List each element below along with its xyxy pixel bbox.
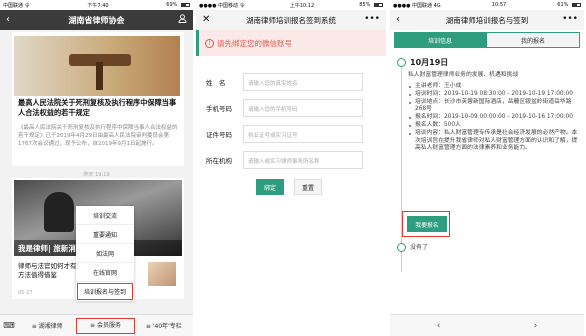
clock-label: 10:57 [491, 2, 507, 8]
menu-item-rufa[interactable]: 如法网 [76, 244, 134, 263]
event-detail-item: 培训地点：长沙市芙蓉新国际酒店，岳麓区银盆岭街道岳华路268号 [408, 99, 580, 114]
more-icon[interactable]: ••• [364, 14, 380, 24]
account-menu-bar: ⌨ ≡ 湖湘律师 ≡ 会员服务 ≡ '40年'专栏 [0, 314, 193, 336]
carrier-label: ●●●● 中国联通 4G [393, 2, 441, 9]
page-title: 湖南律师培训报名签到系统 [246, 15, 336, 25]
clock-label: 下午7:40 [87, 2, 109, 9]
status-bar: ●●●● 中国联通 4G 10:57 61% [390, 0, 584, 10]
news-date-2: 05-27 [18, 290, 33, 296]
wechat-header: ‹ 湖南省律师协会 [0, 10, 193, 30]
back-arrow-icon[interactable]: ‹ [396, 14, 400, 25]
back-arrow-icon[interactable]: ‹ [6, 14, 10, 25]
tab-hunan-lawyers[interactable]: ≡ 湖湘律师 [18, 321, 76, 330]
license-label: 证件号码 [206, 131, 232, 139]
clock-label: 上午10:12 [289, 2, 315, 9]
bind-warning: ! 请先绑定您的微信账号 [196, 30, 386, 56]
tab-my-registrations[interactable]: 我的报名 [486, 32, 580, 48]
keyboard-icon[interactable]: ⌨ [0, 321, 18, 330]
timeline-line [401, 62, 402, 272]
news-image-gavel[interactable] [14, 36, 180, 96]
status-bar: ●●●● 中国移动 令 上午10:12 85% [196, 0, 386, 10]
member-service-menu: 培训交流 重要通知 如法网 在线官网 培训报名与签到 [76, 206, 134, 301]
webview-header: ✕ 湖南律师培训报名签到系统 ••• [196, 10, 386, 30]
firm-input[interactable]: 请输入或实习律师事务所名称 [243, 151, 363, 169]
nav-back-icon[interactable]: ‹ [437, 321, 441, 331]
screen-bind-account: ●●●● 中国移动 令 上午10:12 85% ✕ 湖南律师培训报名签到系统 •… [196, 0, 386, 336]
carrier-label: 中国联通 令 [3, 2, 30, 9]
reset-button[interactable]: 重置 [294, 179, 322, 195]
battery-indicator: 69% [166, 2, 190, 8]
menu-item-training-signup[interactable]: 培训报名与签到 [76, 282, 134, 301]
info-icon: ! [205, 38, 214, 48]
profile-icon[interactable] [178, 14, 187, 26]
event-date: 10月19日 [410, 58, 449, 67]
menu-item-training[interactable]: 培训交流 [76, 206, 134, 225]
news-title-1[interactable]: 最高人民法院关于死刑复核及执行程序中保障当事人合法权益的若干规定 [18, 98, 180, 117]
bind-button[interactable]: 绑定 [256, 179, 284, 195]
register-button[interactable]: 我要报名 [407, 216, 447, 232]
warning-text: 请先绑定您的微信账号 [217, 38, 292, 48]
info-tabs: 培训信息 我的报名 [394, 32, 580, 48]
event-detail-item: 报名人数：500人 [408, 122, 580, 130]
phone-input[interactable]: 请输入您的手机号码 [243, 99, 363, 117]
news-thumbnail-handshake[interactable] [148, 262, 176, 286]
license-field: 证件号码 执业证号或实习证号 [196, 124, 386, 144]
tab-training-info[interactable]: 培训信息 [394, 32, 486, 48]
battery-indicator: 85% [359, 2, 383, 8]
tab-40-years[interactable]: ≡ '40年'专栏 [135, 321, 193, 330]
name-field: 姓 名 请输入您的真实姓名 [196, 72, 386, 92]
page-title: 湖南律师培训报名与签到 [445, 15, 529, 25]
battery-indicator: 61% [557, 2, 581, 8]
news-summary-1: 《最高人民法院关于死刑复核及执行程序中保障当事人合法权益的若干规定》已于2019… [18, 125, 178, 147]
tab-member-services[interactable]: ≡ 会员服务 [76, 317, 135, 334]
page-title: 湖南省律师协会 [68, 15, 125, 25]
license-input[interactable]: 执业证号或实习证号 [243, 125, 363, 143]
event-detail-item: 培训内容：私人财富管理专传承是社会经济发展的必然产物。本次培训旨在提升我省律师对… [408, 130, 580, 153]
menu-item-notices[interactable]: 重要通知 [76, 225, 134, 244]
register-highlight: 我要报名 [402, 211, 450, 237]
timeline-dot-icon [397, 243, 406, 252]
event-detail-item: 报名时间：2019-10-09 00:00:00 - 2019-10-16 17… [408, 114, 580, 122]
event-detail-item: 主讲老师：王小成 [408, 83, 580, 91]
event-details: 私人财富管理律师业务的发展、机遇和挑战 主讲老师：王小成 培训时间：2019-1… [408, 72, 580, 154]
more-icon[interactable]: ••• [562, 14, 578, 24]
name-label: 姓 名 [206, 79, 226, 87]
no-more-label: 没有了 [410, 244, 429, 251]
message-timestamp: 昨天 19:19 [83, 172, 110, 178]
nav-forward-icon[interactable]: › [534, 321, 538, 331]
screen-wechat-account: 中国联通 令 下午7:40 69% ‹ 湖南省律师协会 最高人民法院关于死刑复核… [0, 0, 193, 336]
webview-header: ‹ 湖南律师培训报名与签到 ••• [390, 10, 584, 30]
close-icon[interactable]: ✕ [202, 14, 210, 25]
screen-training-info: ●●●● 中国联通 4G 10:57 61% ‹ 湖南律师培训报名与签到 •••… [390, 0, 584, 336]
event-detail-item: 培训时间：2019-10-19 08:30:00 - 2019-10-19 17… [408, 91, 580, 99]
event-intro: 私人财富管理律师业务的发展、机遇和挑战 [408, 72, 519, 78]
firm-field: 所在机构 请输入或实习律师事务所名称 [196, 150, 386, 170]
name-input[interactable]: 请输入您的真实姓名 [243, 73, 363, 91]
firm-label: 所在机构 [206, 157, 232, 165]
menu-item-website[interactable]: 在线官网 [76, 263, 134, 282]
browser-nav-bar: ‹ › [390, 314, 584, 336]
carrier-label: ●●●● 中国移动 令 [199, 2, 245, 9]
timeline-dot-icon [397, 58, 406, 67]
status-bar: 中国联通 令 下午7:40 69% [0, 0, 193, 10]
phone-field: 手机号码 请输入您的手机号码 [196, 98, 386, 118]
phone-label: 手机号码 [206, 105, 232, 113]
